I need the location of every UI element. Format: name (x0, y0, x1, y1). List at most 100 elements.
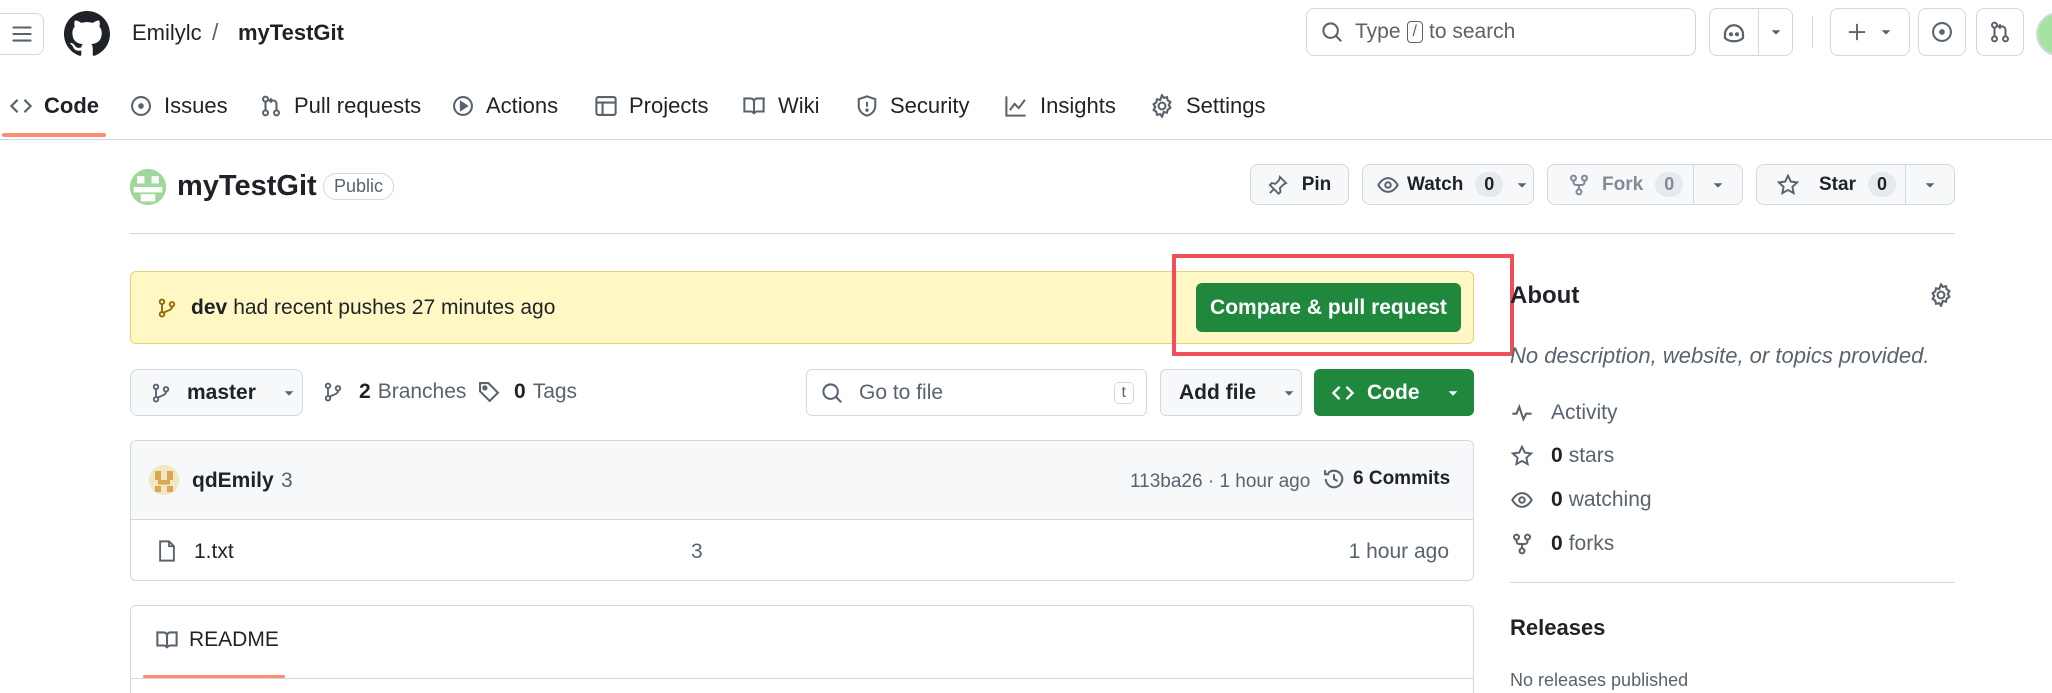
stars-link[interactable]: 0 stars (1510, 444, 1614, 468)
issues-shortcut-button[interactable] (1918, 8, 1966, 56)
pull-request-icon (261, 95, 281, 117)
tags-link[interactable]: 0 Tags (478, 380, 577, 404)
repo-name[interactable]: myTestGit (177, 170, 317, 203)
activity-label: Activity (1551, 401, 1618, 424)
forks-count: 0 (1551, 532, 1563, 555)
book-icon (743, 97, 765, 115)
repo-avatar (130, 169, 166, 205)
chevron-down-icon (1713, 182, 1723, 188)
watch-count: 0 (1475, 172, 1504, 197)
create-new-button[interactable] (1830, 8, 1910, 56)
search-icon (822, 382, 842, 403)
branches-link[interactable]: 2 Branches (323, 380, 466, 404)
plus-icon (1848, 23, 1866, 41)
stars-label: stars (1568, 444, 1615, 467)
commit-hash-time[interactable]: 113ba26 · 1 hour ago (1130, 471, 1310, 493)
table-icon (595, 96, 617, 116)
star-dropdown-button[interactable] (1905, 164, 1955, 205)
releases-title[interactable]: Releases (1510, 615, 1605, 641)
code-dropdown-button[interactable]: Code (1314, 369, 1474, 416)
hamburger-icon (11, 26, 32, 42)
branch-icon (152, 383, 170, 402)
sidebar-divider (1510, 582, 1955, 583)
file-row[interactable]: 1.txt 3 1 hour ago (131, 521, 1473, 580)
fork-button[interactable]: Fork 0 (1547, 164, 1694, 205)
tab-label: Pull requests (294, 93, 422, 118)
chevron-down-icon (1517, 182, 1527, 188)
highlight-box (1172, 254, 1514, 356)
star-button[interactable]: Star 0 (1756, 164, 1906, 205)
tab-pull-requests[interactable]: Pull requests (260, 86, 421, 126)
breadcrumb-owner[interactable]: Emilylc (132, 20, 202, 46)
tab-insights[interactable]: Insights (1004, 86, 1116, 126)
watching-link[interactable]: 0 watching (1510, 488, 1652, 512)
tab-actions[interactable]: Actions (452, 86, 558, 126)
menu-button[interactable] (0, 13, 44, 55)
copilot-button[interactable] (1709, 8, 1793, 56)
latest-commit-row: qdEmily 3 113ba26 · 1 hour ago 6 Commits (131, 441, 1473, 520)
about-title: About (1510, 282, 1580, 309)
commits-count-label: 6 Commits (1353, 468, 1451, 489)
tab-issues[interactable]: Issues (130, 86, 228, 126)
file-icon (159, 540, 175, 562)
file-commit-message[interactable]: 3 (691, 540, 703, 564)
tab-wiki[interactable]: Wiki (742, 86, 820, 126)
pull-requests-shortcut-button[interactable] (1976, 8, 2024, 56)
eye-icon (1511, 492, 1533, 508)
commit-author[interactable]: qdEmily (192, 469, 274, 493)
chevron-down-icon (1881, 30, 1891, 35)
tab-security[interactable]: Security (856, 86, 969, 126)
chevron-down-icon (284, 390, 294, 396)
github-logo-icon[interactable] (64, 11, 110, 57)
search-key-badge: / (1406, 21, 1423, 43)
tab-projects[interactable]: Projects (595, 86, 708, 126)
commit-message[interactable]: 3 (281, 469, 293, 493)
branches-label: Branches (377, 380, 467, 403)
stars-count: 0 (1551, 444, 1563, 467)
fork-icon (1512, 533, 1532, 555)
forks-link[interactable]: 0 forks (1510, 532, 1614, 556)
readme-header-border (131, 678, 1473, 679)
commits-link[interactable]: 6 Commits (1323, 468, 1450, 490)
file-name[interactable]: 1.txt (194, 540, 234, 564)
add-file-button[interactable]: Add file (1160, 369, 1302, 416)
pin-label: Pin (1301, 173, 1332, 195)
fork-count: 0 (1655, 172, 1684, 197)
tab-label: Projects (629, 93, 709, 118)
tabs-bottom-border (0, 139, 2052, 140)
branch-icon (324, 382, 342, 402)
eye-icon (1377, 176, 1399, 193)
tab-settings[interactable]: Settings (1150, 86, 1266, 126)
book-icon (156, 631, 178, 649)
chevron-down-icon (1284, 390, 1294, 396)
tab-code[interactable]: Code (10, 86, 99, 126)
search-input[interactable]: Type / to search (1306, 8, 1696, 56)
search-icon (1322, 22, 1342, 42)
file-table: qdEmily 3 113ba26 · 1 hour ago 6 Commits… (130, 440, 1474, 581)
visibility-badge: Public (323, 173, 395, 200)
tag-icon (479, 382, 500, 403)
readme-label: README (189, 628, 279, 651)
search-prefix-text: Type (1355, 20, 1401, 43)
issue-icon (131, 96, 151, 116)
breadcrumb-repo[interactable]: myTestGit (238, 20, 344, 46)
avatar[interactable] (2036, 12, 2052, 56)
fork-dropdown-button[interactable] (1693, 164, 1743, 205)
about-settings-button[interactable] (1929, 283, 1953, 307)
go-to-file-input[interactable]: Go to file t (806, 369, 1147, 416)
activity-link[interactable]: Activity (1510, 401, 1618, 425)
pulse-icon (1512, 403, 1532, 422)
watch-button[interactable]: Watch 0 (1362, 164, 1534, 205)
readme-tab[interactable]: README (155, 628, 279, 652)
file-updated-time: 1 hour ago (1348, 540, 1449, 563)
pin-button[interactable]: Pin (1250, 164, 1349, 205)
branch-selector[interactable]: master (130, 369, 303, 416)
code-icon (10, 99, 32, 113)
releases-empty-text: No releases published (1510, 670, 1689, 690)
play-icon (453, 96, 473, 116)
tab-label: Issues (164, 93, 228, 118)
history-icon (1324, 469, 1344, 489)
forks-label: forks (1568, 532, 1615, 555)
readme-box: README (130, 605, 1474, 693)
push-branch-name[interactable]: dev (191, 296, 227, 320)
